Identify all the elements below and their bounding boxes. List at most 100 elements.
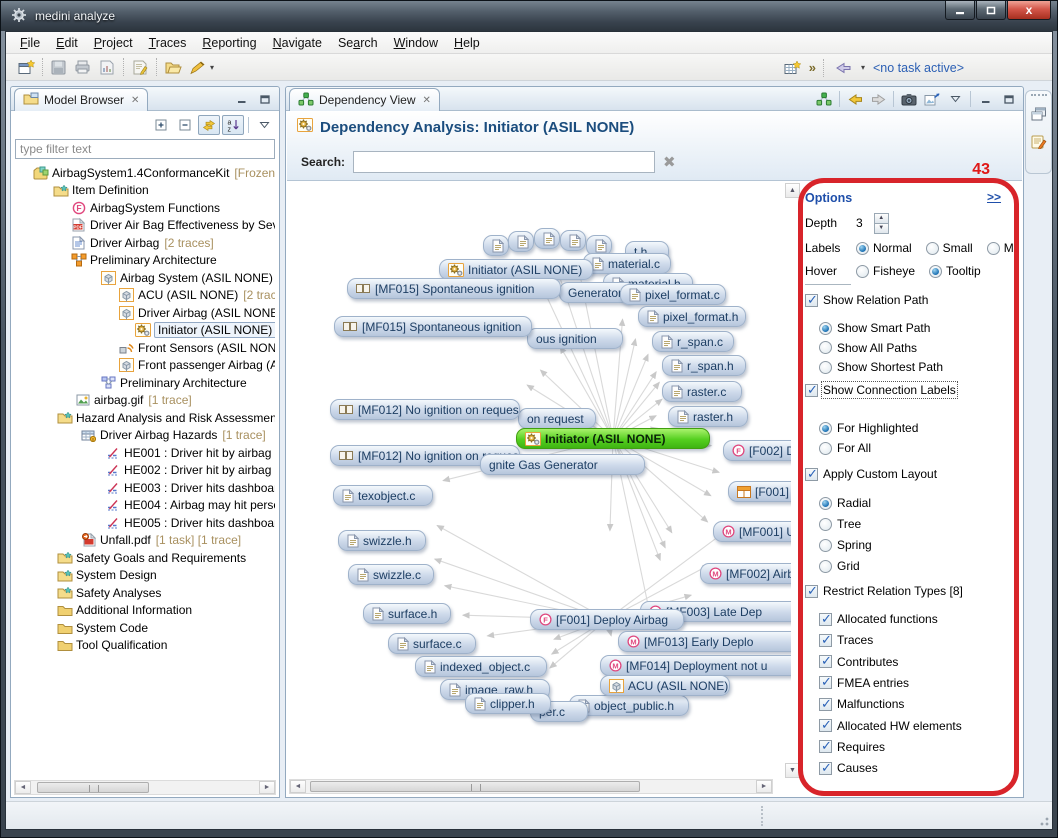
checkbox-icon[interactable]	[819, 676, 832, 689]
restore-view-button[interactable]	[1029, 104, 1049, 124]
open-folder-button[interactable]	[161, 56, 185, 78]
graph-canvas[interactable]: t.hmaterial.cInitiator (ASIL NONE)materi…	[287, 181, 1022, 796]
menu-search[interactable]: Search	[330, 34, 386, 52]
radio-option-grid[interactable]: Grid	[819, 557, 1022, 575]
menu-file[interactable]: File	[12, 34, 48, 52]
minimize-view-icon[interactable]	[232, 89, 252, 109]
clear-search-icon[interactable]: ✖	[663, 153, 676, 171]
check-option-fmea-entries[interactable]: FMEA entries	[819, 674, 1022, 692]
maximize-button[interactable]	[999, 89, 1019, 109]
check-option-allocated-hw-elements[interactable]: Allocated HW elements	[819, 717, 1022, 735]
radio-icon[interactable]	[819, 361, 832, 374]
tree-item[interactable]: FAirbagSystem Functions	[12, 199, 275, 217]
graph-node-rsph[interactable]: r_span.h	[662, 355, 746, 376]
radio-icon[interactable]	[819, 497, 832, 510]
menu-navigate[interactable]: Navigate	[265, 34, 330, 52]
checkbox-icon[interactable]	[819, 719, 832, 732]
radio-icon[interactable]	[987, 242, 1000, 255]
graph-node-mf015a[interactable]: [MF015] Spontaneous ignition	[347, 278, 561, 299]
radio-icon[interactable]	[819, 442, 832, 455]
check-option-contributes[interactable]: Contributes	[819, 653, 1022, 671]
tree-item[interactable]: Preliminary Architecture	[12, 252, 275, 270]
radio-icon[interactable]	[819, 539, 832, 552]
checkbox-icon[interactable]	[805, 384, 818, 397]
dependency-graph-button[interactable]	[814, 89, 834, 109]
graph-node-mf012a[interactable]: [MF012] No ignition on request	[330, 399, 520, 420]
graph-node-fragment-ousfrag[interactable]: ous ignition	[527, 328, 623, 349]
forward-button[interactable]	[868, 89, 888, 109]
tree-item[interactable]: HE003 : Driver hits dashboard d	[12, 479, 275, 497]
graph-node-acu[interactable]: ACU (ASIL NONE)	[600, 675, 730, 696]
radio-option-radial[interactable]: Radial	[819, 494, 1022, 512]
graph-node-mf014[interactable]: M[MF014] Deployment not u	[600, 655, 802, 676]
radio-icon[interactable]	[819, 322, 832, 335]
depth-spinner[interactable]: ▲▼	[874, 213, 889, 234]
tree-item[interactable]: HE004 : Airbag may hit person	[12, 497, 275, 515]
print-button[interactable]	[71, 56, 95, 78]
scroll-down-icon[interactable]: ▼	[785, 763, 800, 778]
checkbox-icon[interactable]	[819, 698, 832, 711]
radio-icon[interactable]	[819, 518, 832, 531]
graph-node-rasc[interactable]: raster.c	[662, 381, 742, 402]
checkbox-icon[interactable]	[819, 655, 832, 668]
graph-node-fragment-onreqfrag[interactable]: on request	[518, 408, 596, 429]
graph-node-d2[interactable]	[508, 231, 534, 252]
tree-item[interactable]: Driver Airbag[2 traces]	[12, 234, 275, 252]
graph-node-surh[interactable]: surface.h	[363, 603, 451, 624]
checkbox-icon[interactable]	[805, 468, 818, 481]
graph-node-indx[interactable]: indexed_object.c	[415, 656, 547, 677]
scroll-thumb[interactable]	[310, 781, 640, 792]
close-tab-icon[interactable]: ✕	[131, 95, 139, 106]
checkbox-icon[interactable]	[819, 740, 832, 753]
radio-option-for-highlighted[interactable]: For Highlighted	[819, 419, 1022, 437]
graph-node-d3[interactable]	[534, 228, 560, 249]
radio-icon[interactable]	[856, 265, 869, 278]
radio-option-tooltip[interactable]: Tooltip	[929, 264, 981, 278]
tab-dependency-view[interactable]: Dependency View ✕	[289, 88, 440, 111]
graph-node-f001[interactable]: F[F001] Deploy Airbag	[530, 609, 684, 630]
options-expand-link[interactable]: >>	[987, 190, 1001, 204]
sort-alpha-button[interactable]: az	[222, 115, 244, 135]
check-option-show-connection-labels[interactable]: Show Connection Labels	[805, 381, 1022, 399]
tree-item[interactable]: PDFDriver Air Bag Effectiveness by Sev	[12, 217, 275, 235]
drag-handle[interactable]	[1031, 94, 1047, 97]
radio-icon[interactable]	[819, 422, 832, 435]
graph-node-mf013[interactable]: M[MF013] Early Deplo	[618, 631, 802, 652]
check-option-apply-custom-layout[interactable]: Apply Custom Layout	[805, 465, 1022, 483]
checkbox-icon[interactable]	[805, 294, 818, 307]
radio-icon[interactable]	[926, 242, 939, 255]
tree-item[interactable]: System Code	[12, 619, 275, 637]
close-tab-icon[interactable]: ✕	[423, 95, 431, 106]
checkbox-icon[interactable]	[819, 613, 832, 626]
radio-option-m[interactable]: M	[987, 241, 1014, 255]
graph-node-matc[interactable]: material.c	[583, 253, 671, 274]
graph-node-swih[interactable]: swizzle.h	[338, 530, 426, 551]
tree-item[interactable]: Front Sensors (ASIL NONE)	[12, 339, 275, 357]
tree-item[interactable]: Front passenger Airbag (AS	[12, 357, 275, 375]
validate-button[interactable]	[128, 56, 152, 78]
checkbox-icon[interactable]	[819, 762, 832, 775]
radio-icon[interactable]	[819, 341, 832, 354]
view-menu-button[interactable]	[945, 89, 965, 109]
save-button[interactable]	[47, 56, 71, 78]
scroll-thumb[interactable]	[37, 782, 149, 793]
graph-node-surc[interactable]: surface.c	[388, 633, 476, 654]
tree-item[interactable]: Driver Airbag (ASIL NONE)	[12, 304, 275, 322]
graph-node-texo[interactable]: texobject.c	[333, 485, 433, 506]
tree-item[interactable]: Initiator (ASIL NONE)[1	[12, 322, 275, 340]
graph-node-pixc[interactable]: pixel_format.c	[620, 284, 726, 305]
graph-node-init[interactable]: Initiator (ASIL NONE)	[516, 428, 710, 449]
filter-input[interactable]	[15, 139, 275, 159]
tree-item[interactable]: Unfall.pdf[1 task] [1 trace]	[12, 532, 275, 550]
radio-icon[interactable]	[856, 242, 869, 255]
check-option-restrict-relation-types-8-[interactable]: Restrict Relation Types [8]	[805, 582, 1022, 600]
maximize-view-icon[interactable]	[255, 89, 275, 109]
tree-item[interactable]: Item Definition	[12, 182, 275, 200]
checkbox-icon[interactable]	[819, 634, 832, 647]
radio-option-show-smart-path[interactable]: Show Smart Path	[819, 319, 1022, 337]
minimize-button[interactable]	[945, 1, 975, 20]
check-option-requires[interactable]: Requires	[819, 738, 1022, 756]
graph-node-pixh[interactable]: pixel_format.h	[638, 306, 746, 327]
check-option-causes[interactable]: Causes	[819, 759, 1022, 777]
scroll-right-icon[interactable]: ►	[756, 780, 772, 793]
